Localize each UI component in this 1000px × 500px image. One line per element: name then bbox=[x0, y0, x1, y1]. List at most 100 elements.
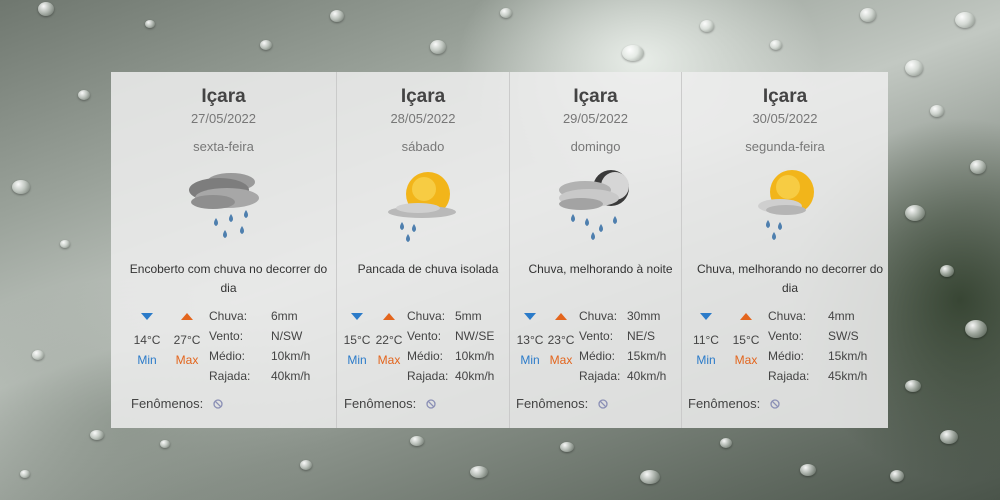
arrow-up-icon bbox=[740, 312, 752, 320]
forecast-description: Pancada de chuva isolada bbox=[357, 262, 499, 276]
forecast-card-day2: Içara 28/05/2022 sábado Pancada de chuva… bbox=[337, 72, 510, 428]
min-label: Min bbox=[696, 353, 716, 367]
fenomenos-row: Fenômenos: bbox=[688, 396, 780, 411]
fenomenos-label: Fenômenos: bbox=[688, 396, 761, 411]
city-name: Içara bbox=[573, 86, 618, 107]
chuva-value: 30mm bbox=[627, 309, 661, 323]
fenomenos-row: Fenômenos: bbox=[516, 396, 608, 411]
chuva-label: Chuva: bbox=[579, 309, 618, 323]
min-label: Min bbox=[347, 353, 367, 367]
arrow-up-icon bbox=[555, 312, 567, 320]
temp-min-column: 14°C Min bbox=[129, 310, 165, 370]
chuva-value: 4mm bbox=[828, 309, 855, 323]
fenomenos-row: Fenômenos: bbox=[131, 396, 223, 411]
chuva-value: 5mm bbox=[455, 309, 482, 323]
temp-max-column: 15°C Max bbox=[728, 310, 764, 370]
weekday: sexta-feira bbox=[193, 139, 254, 154]
weather-stats: Chuva: 30mm Vento: NE/S Médio: 15km/h Rajad… bbox=[579, 306, 666, 386]
temp-min: 15°C bbox=[343, 333, 371, 347]
weather-stats: Chuva: 5mm Vento: NW/SE Médio: 10km/h Rajad… bbox=[407, 306, 494, 386]
max-label: Max bbox=[734, 353, 758, 367]
arrow-down-icon bbox=[700, 312, 712, 320]
city-name: Içara bbox=[201, 86, 246, 107]
city-name: Içara bbox=[400, 86, 446, 107]
arrow-down-icon bbox=[524, 312, 536, 320]
none-icon[interactable] bbox=[426, 398, 436, 409]
arrow-up-icon bbox=[181, 312, 193, 320]
rajada-value: 40km/h bbox=[455, 369, 495, 383]
chuva-label: Chuva: bbox=[407, 309, 446, 323]
chuva-value: 6mm bbox=[271, 309, 298, 323]
vento-value: N/SW bbox=[271, 329, 303, 343]
rajada-value: 40km/h bbox=[627, 369, 667, 383]
forecast-panel: Içara 27/05/2022 sexta-feira Encoberto c… bbox=[111, 72, 888, 428]
forecast-card-day3: Içara 29/05/2022 domingo Chuva, melhoran… bbox=[510, 72, 682, 428]
chuva-label: Chuva: bbox=[768, 309, 807, 323]
rain-cloudy-icon bbox=[188, 173, 259, 238]
rajada-label: Rajada: bbox=[768, 369, 810, 383]
rajada-label: Rajada: bbox=[209, 369, 251, 383]
none-icon[interactable] bbox=[598, 398, 608, 409]
sun-rain-icon bbox=[388, 172, 456, 242]
vento-label: Vento: bbox=[768, 329, 803, 343]
sun-cloud-rain-icon bbox=[758, 170, 814, 240]
forecast-date: 28/05/2022 bbox=[390, 111, 456, 126]
medio-label: Médio: bbox=[407, 349, 444, 363]
moon-rain-icon bbox=[558, 170, 629, 240]
weekday: domingo bbox=[570, 139, 621, 154]
max-label: Max bbox=[549, 353, 573, 367]
fenomenos-label: Fenômenos: bbox=[131, 396, 204, 411]
temp-min: 14°C bbox=[133, 333, 161, 347]
arrow-down-icon bbox=[351, 312, 363, 320]
temp-max: 23°C bbox=[547, 333, 575, 347]
none-icon[interactable] bbox=[213, 398, 223, 409]
vento-label: Vento: bbox=[209, 329, 244, 343]
forecast-date: 27/05/2022 bbox=[190, 111, 257, 126]
forecast-description: Encoberto com chuva no decorrer do dia bbox=[129, 262, 328, 295]
weather-stats: Chuva: 6mm Vento: N/SW Médio: 10km/h Rajada… bbox=[209, 306, 310, 386]
none-icon[interactable] bbox=[770, 398, 780, 409]
rajada-value: 45km/h bbox=[828, 369, 868, 383]
temp-max-column: 22°C Max bbox=[371, 310, 407, 370]
forecast-card-day4: Içara 30/05/2022 segunda-feira Chuva, me… bbox=[682, 72, 888, 428]
vento-label: Vento: bbox=[579, 329, 614, 343]
medio-value: 10km/h bbox=[455, 349, 495, 363]
temp-max: 27°C bbox=[173, 333, 201, 347]
temp-min-column: 11°C Min bbox=[688, 310, 724, 370]
arrow-up-icon bbox=[383, 312, 395, 320]
vento-value: SW/S bbox=[828, 329, 859, 343]
medio-value: 10km/h bbox=[271, 349, 311, 363]
chuva-label: Chuva: bbox=[209, 309, 248, 323]
forecast-card-day1: Içara 27/05/2022 sexta-feira Encoberto c… bbox=[111, 72, 337, 428]
vento-value: NE/S bbox=[627, 329, 656, 343]
min-label: Min bbox=[137, 353, 157, 367]
forecast-description: Chuva, melhorando à noite bbox=[528, 262, 673, 276]
fenomenos-label: Fenômenos: bbox=[516, 396, 589, 411]
rajada-label: Rajada: bbox=[407, 369, 449, 383]
forecast-description: Chuva, melhorando no decorrer do dia bbox=[696, 262, 884, 295]
weekday: segunda-feira bbox=[745, 139, 825, 154]
weekday: sábado bbox=[401, 139, 445, 154]
arrow-down-icon bbox=[141, 312, 153, 320]
rajada-label: Rajada: bbox=[579, 369, 621, 383]
fenomenos-label: Fenômenos: bbox=[344, 396, 417, 411]
medio-label: Médio: bbox=[209, 349, 246, 363]
medio-label: Médio: bbox=[768, 349, 805, 363]
rajada-value: 40km/h bbox=[271, 369, 311, 383]
medio-label: Médio: bbox=[579, 349, 616, 363]
vento-label: Vento: bbox=[407, 329, 442, 343]
temp-max-column: 27°C Max bbox=[169, 310, 205, 370]
fenomenos-row: Fenômenos: bbox=[344, 396, 436, 411]
temp-max-column: 23°C Max bbox=[543, 310, 579, 370]
max-label: Max bbox=[175, 353, 199, 367]
temp-min: 11°C bbox=[693, 333, 719, 347]
max-label: Max bbox=[377, 353, 401, 367]
temp-max: 15°C bbox=[732, 333, 760, 347]
forecast-date: 29/05/2022 bbox=[562, 111, 629, 126]
medio-value: 15km/h bbox=[828, 349, 868, 363]
temp-max: 22°C bbox=[375, 333, 403, 347]
weather-stats: Chuva: 4mm Vento: SW/S Médio: 15km/h Rajada… bbox=[768, 306, 867, 386]
forecast-date: 30/05/2022 bbox=[752, 111, 818, 126]
medio-value: 15km/h bbox=[627, 349, 667, 363]
city-name: Içara bbox=[762, 86, 808, 107]
